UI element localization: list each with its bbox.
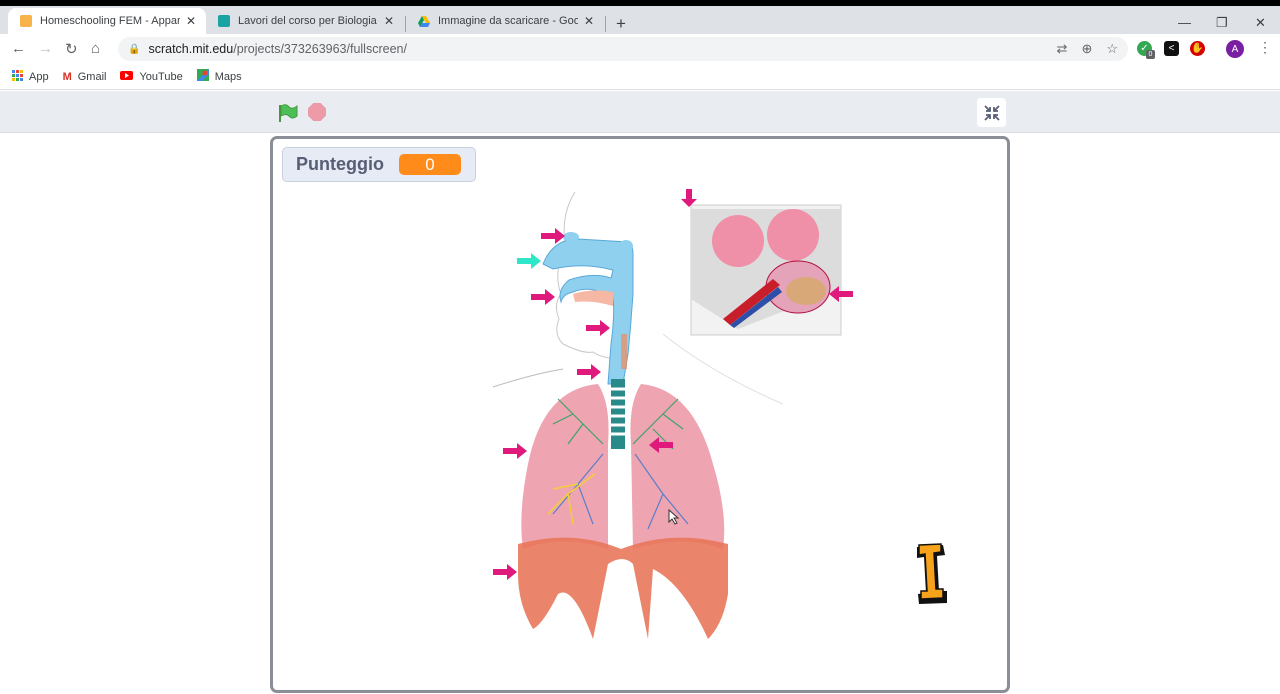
youtube-icon	[120, 70, 134, 83]
url-host: scratch.mit.edu	[148, 42, 234, 56]
forward-button[interactable]: →	[38, 40, 53, 57]
extension-badge: 0	[1146, 50, 1155, 59]
alveoli-inset[interactable]	[678, 179, 853, 339]
arrow-right-icon	[531, 289, 555, 305]
browser-menu-icon[interactable]: ⋮	[1258, 39, 1272, 56]
drive-favicon-icon	[418, 15, 430, 27]
mouse-cursor-icon	[668, 509, 680, 525]
exit-fullscreen-icon	[983, 104, 1000, 121]
alveolus	[767, 209, 819, 261]
bookmarks-bar: App M Gmail YouTube Maps	[0, 64, 1280, 90]
tongue	[573, 290, 613, 306]
arrow-right-icon	[577, 364, 601, 380]
arrow-right-icon	[541, 228, 565, 244]
url-path: /projects/373263963/fullscreen/	[233, 42, 407, 56]
sinus	[563, 232, 579, 242]
bookmark-gmail[interactable]: M Gmail	[63, 71, 107, 83]
close-window-button[interactable]: ✕	[1255, 15, 1266, 31]
bookmark-label: Gmail	[77, 70, 107, 83]
browser-toolbar: ← → ↻ ⌂ 🔒 scratch.mit.edu/projects/37326…	[0, 34, 1280, 64]
lock-icon[interactable]: 🔒	[128, 44, 140, 55]
scratch-controls-bar	[0, 91, 1280, 133]
shoulder-line-left	[492, 368, 564, 388]
tab-immagine[interactable]: Immagine da scaricare - Google ✕	[406, 8, 604, 34]
tab-title: Immagine da scaricare - Google	[438, 15, 578, 27]
close-tab-icon[interactable]: ✕	[384, 14, 394, 28]
profile-avatar[interactable]: A	[1226, 40, 1244, 58]
close-tab-icon[interactable]: ✕	[186, 14, 196, 28]
arrow-right-icon	[503, 443, 527, 459]
score-value: 0	[399, 154, 461, 175]
tab-homeschooling[interactable]: Homeschooling FEM - Apparato ✕	[8, 8, 206, 34]
green-flag-icon	[279, 104, 298, 122]
home-button[interactable]: ⌂	[91, 40, 100, 57]
bookmark-star-icon[interactable]: ☆	[1106, 41, 1118, 57]
tab-separator	[605, 16, 606, 32]
classroom-favicon-icon	[218, 15, 230, 27]
bookmark-youtube[interactable]: YouTube	[120, 70, 183, 83]
exit-fullscreen-button[interactable]	[977, 98, 1006, 127]
score-label: Punteggio	[296, 154, 384, 174]
diaphragm	[518, 537, 728, 639]
letter-i-sprite[interactable]	[913, 541, 953, 607]
alveolus-interior	[786, 277, 826, 305]
bookmark-label: YouTube	[139, 70, 183, 83]
stop-button[interactable]	[308, 103, 326, 121]
arrow-right-icon	[586, 320, 610, 336]
score-monitor: Punteggio 0	[282, 147, 476, 182]
green-flag-button[interactable]	[278, 103, 298, 128]
tab-title: Homeschooling FEM - Apparato	[40, 15, 180, 27]
arrow-down-icon	[681, 189, 697, 207]
tab-title: Lavori del corso per Biologia in u	[238, 15, 378, 27]
alveolus	[712, 215, 764, 267]
gmail-icon: M	[62, 70, 72, 83]
maps-icon	[196, 69, 209, 84]
new-tab-button[interactable]: +	[616, 14, 626, 34]
zoom-icon[interactable]: ⊕	[1081, 41, 1092, 57]
back-button[interactable]: ←	[11, 40, 26, 57]
close-tab-icon[interactable]: ✕	[584, 14, 594, 28]
share-extension-icon[interactable]: <	[1164, 41, 1179, 56]
tab-lavori[interactable]: Lavori del corso per Biologia in u ✕	[206, 8, 404, 34]
bookmark-label: App	[29, 70, 49, 83]
adblock-extension-icon[interactable]: ✋	[1190, 41, 1205, 56]
right-lung	[521, 384, 609, 549]
sinus	[619, 240, 633, 252]
bookmark-maps[interactable]: Maps	[196, 69, 242, 84]
restore-button[interactable]: ❐	[1216, 15, 1228, 31]
tab-strip: Homeschooling FEM - Apparato ✕ Lavori de…	[0, 6, 1280, 34]
apps-grid-icon	[12, 69, 23, 84]
scratch-favicon-icon	[20, 15, 32, 27]
shoulder-line-right	[662, 333, 784, 405]
reload-button[interactable]: ↻	[65, 40, 78, 58]
scratch-stage[interactable]: Punteggio 0	[270, 136, 1010, 693]
minimize-button[interactable]: —	[1178, 15, 1191, 30]
arrow-right-icon	[517, 253, 541, 269]
address-bar[interactable]: 🔒 scratch.mit.edu/projects/373263963/ful…	[118, 37, 1128, 61]
esophagus	[621, 334, 627, 369]
translate-icon[interactable]: ⇄	[1057, 41, 1068, 57]
arrow-right-icon	[493, 564, 517, 580]
bookmark-apps[interactable]: App	[12, 69, 49, 84]
bookmark-label: Maps	[214, 70, 242, 83]
letter-i-glyph	[918, 543, 944, 600]
